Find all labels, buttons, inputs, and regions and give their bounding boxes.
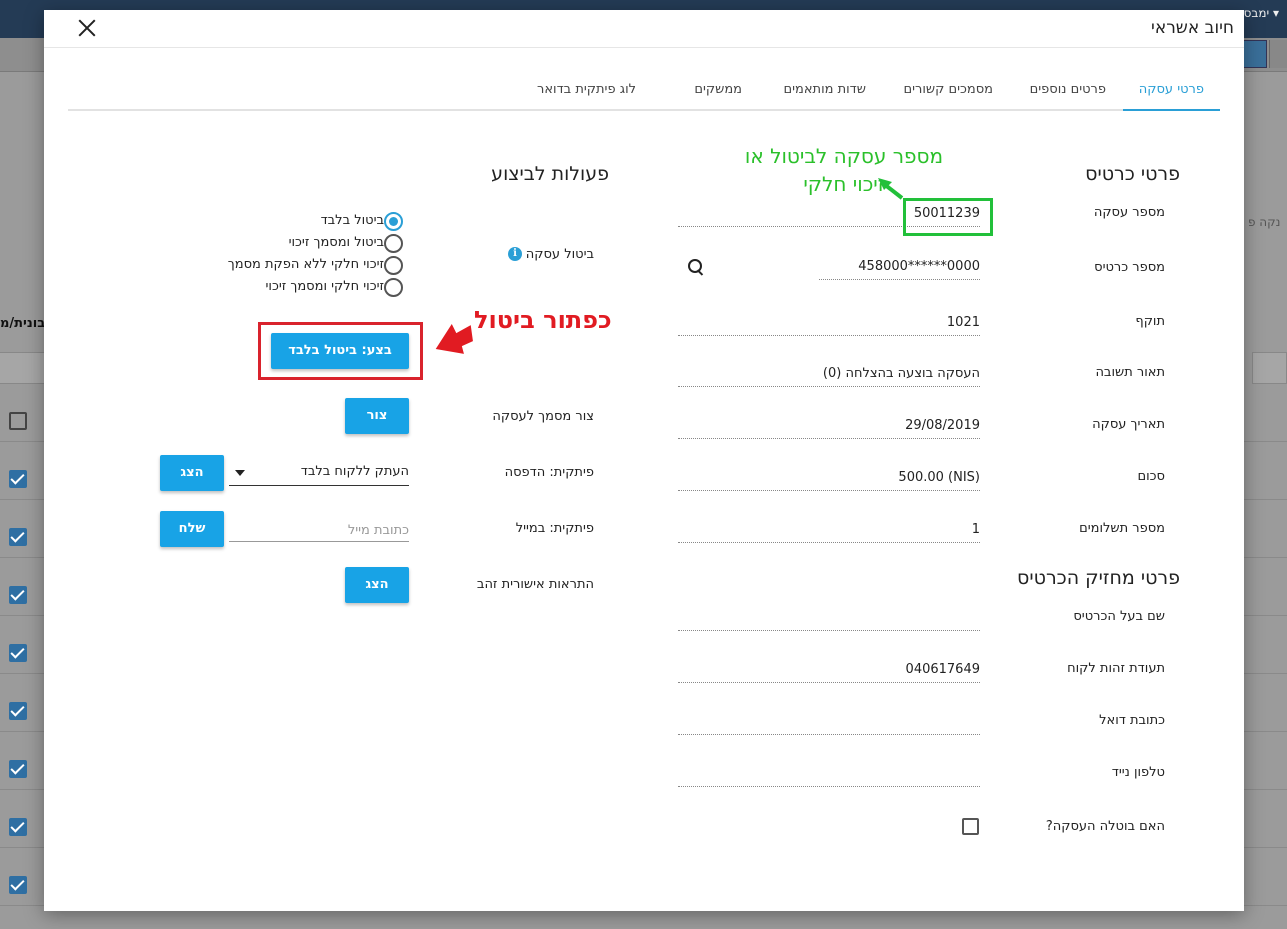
row-checkbox[interactable] [9, 876, 27, 894]
card-section-title: פרטי כרטיס [1085, 163, 1180, 185]
radio-label[interactable]: זיכוי חלקי ללא הפקת מסמך [228, 257, 384, 272]
row-checkbox[interactable] [9, 644, 27, 662]
active-tab-indicator [1123, 109, 1220, 111]
holder-section-title: פרטי מחזיק הכרטיס [1017, 567, 1180, 589]
field-label: מספר כרטיס [1094, 260, 1165, 275]
customer-id-value: 040617649 [678, 659, 980, 683]
show-alerts-button[interactable]: הצג [345, 567, 409, 603]
response-description-value: העסקה בוצעה בהצלחה (0) [678, 363, 980, 387]
cancel-transaction-label: ביטול עסקה [525, 247, 594, 262]
installments-value: 1 [678, 519, 980, 543]
card-holder-name-value [678, 607, 980, 631]
field-label: תעודת זהות לקוח [1067, 661, 1165, 676]
annotation-green-text: מספר עסקה לביטול או זיכוי חלקי [744, 144, 944, 196]
transaction-date-value: 29/08/2019 [678, 415, 980, 439]
field-label: טלפון נייד [1111, 765, 1165, 780]
row-checkbox[interactable] [9, 470, 27, 488]
field-label: תאור תשובה [1095, 365, 1165, 380]
tab-interfaces[interactable]: ממשקים [694, 82, 742, 97]
tab-custom-fields[interactable]: שדות מותאמים [784, 82, 867, 97]
radio-cancel-only[interactable] [384, 212, 403, 231]
send-email-button[interactable]: שלח [160, 511, 224, 547]
tab-additional-details[interactable]: פרטים נוספים [1030, 82, 1106, 97]
table-column-header: בונית/מ [0, 316, 44, 331]
close-icon[interactable] [76, 17, 98, 39]
table-filter-strip-right [1252, 352, 1287, 384]
row-checkbox[interactable] [9, 412, 27, 430]
cancelled-checkbox[interactable] [962, 818, 979, 835]
radio-label[interactable]: ביטול בלבד [321, 213, 384, 228]
radio-label[interactable]: ביטול ומסמך זיכוי [289, 235, 384, 250]
toolbar-calendar-button[interactable] [1241, 40, 1267, 68]
annotation-red-text: כפתור ביטול [474, 306, 612, 334]
tab-mail-log[interactable]: לוג פיתקית בדואר [537, 82, 636, 97]
caret-down-icon [235, 470, 245, 476]
info-icon[interactable]: i [508, 247, 522, 261]
row-checkbox[interactable] [9, 702, 27, 720]
expiry-value: 1021 [678, 312, 980, 336]
search-icon[interactable] [688, 259, 706, 277]
annotation-red-box [258, 322, 423, 380]
tab-related-documents[interactable]: מסמכים קשורים [904, 82, 993, 97]
credit-charge-modal: חיוב אשראי פרטי עסקה פרטים נוספים מסמכים… [44, 10, 1244, 911]
create-document-button[interactable]: צור [345, 398, 409, 434]
annotation-red-arrow-icon [435, 324, 473, 354]
row-checkbox[interactable] [9, 586, 27, 604]
field-label: תאריך עסקה [1092, 417, 1165, 432]
annotation-green-box [903, 198, 993, 236]
modal-tabs: פרטי עסקה פרטים נוספים מסמכים קשורים שדו… [68, 78, 1220, 111]
field-label: תוקף [1135, 314, 1165, 329]
print-slip-label: פיתקית: הדפסה [504, 465, 594, 480]
gold-alerts-label: התראות אישורית זהב [476, 577, 594, 592]
show-print-button[interactable]: הצג [160, 455, 224, 491]
amount-value: 500.00 (NIS) [678, 467, 980, 491]
row-checkbox[interactable] [9, 528, 27, 546]
radio-label[interactable]: זיכוי חלקי ומסמך זיכוי [266, 279, 385, 294]
tab-transaction-details[interactable]: פרטי עסקה [1139, 82, 1204, 97]
email-slip-label: פיתקית: במייל [515, 521, 594, 536]
toolbar-more-button[interactable] [1269, 40, 1287, 68]
print-select-value: העתק ללקוח בלבד [300, 464, 409, 479]
table-filter-strip [0, 352, 44, 384]
field-label: שם בעל הכרטיס [1073, 609, 1165, 624]
field-label: מספר תשלומים [1079, 521, 1165, 536]
email-address-input[interactable] [229, 517, 409, 542]
topbar-text[interactable]: ימבס ▾ [1244, 6, 1279, 20]
row-checkbox[interactable] [9, 760, 27, 778]
modal-title: חיוב אשראי [1151, 18, 1234, 38]
create-doc-label: צור מסמך לעסקה [492, 409, 594, 424]
card-number-value: 458000******0000 [819, 256, 980, 280]
annotation-green-arrow-icon [878, 178, 904, 200]
modal-header: חיוב אשראי [44, 10, 1244, 48]
row-checkbox[interactable] [9, 818, 27, 836]
actions-section-title: פעולות לביצוע [491, 163, 609, 185]
field-label: כתובת דואל [1099, 713, 1165, 728]
radio-cancel-credit-doc[interactable] [384, 234, 403, 253]
radio-partial-no-doc[interactable] [384, 256, 403, 275]
print-copy-select[interactable]: העתק ללקוח בלבד [229, 461, 409, 486]
field-label: סכום [1137, 469, 1165, 484]
email-value [678, 711, 980, 735]
cancelled-label: האם בוטלה העסקה? [1045, 819, 1165, 834]
mobile-phone-value [678, 763, 980, 787]
field-label: מספר עסקה [1093, 205, 1165, 220]
radio-partial-credit-doc[interactable] [384, 278, 403, 297]
clear-filter-link[interactable]: נקה פ [1248, 215, 1280, 229]
